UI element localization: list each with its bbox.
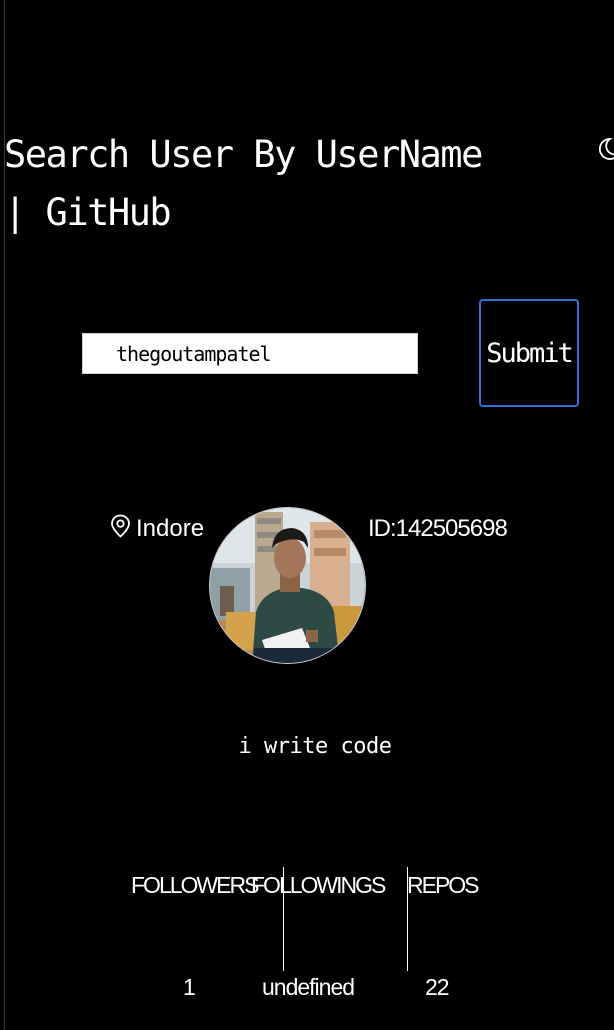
moon-icon xyxy=(596,138,614,164)
stats-divider xyxy=(283,867,284,971)
user-bio: i write code xyxy=(238,734,392,759)
followings-label: FOLLOWINGS xyxy=(251,872,386,898)
followers-value: 1 xyxy=(183,974,196,1000)
location-pin-icon xyxy=(110,514,136,545)
page-title: Search User By UserName | GitHub xyxy=(4,133,483,234)
submit-button[interactable]: Submit xyxy=(479,299,579,407)
stats-divider xyxy=(407,867,408,971)
theme-toggle[interactable] xyxy=(596,134,614,164)
avatar xyxy=(209,507,366,664)
repos-value: 22 xyxy=(425,974,450,1000)
location-text: Indore xyxy=(136,515,205,542)
repos-label: REPOS xyxy=(407,872,480,898)
user-id: ID:142505698 xyxy=(368,515,508,542)
user-location: Indore xyxy=(110,512,204,546)
username-input[interactable] xyxy=(82,333,418,374)
page: Search User By UserName | GitHub Submit … xyxy=(0,0,614,1030)
followings-value: undefined xyxy=(262,974,355,1000)
followers-label: FOLLOWERS xyxy=(131,872,259,898)
